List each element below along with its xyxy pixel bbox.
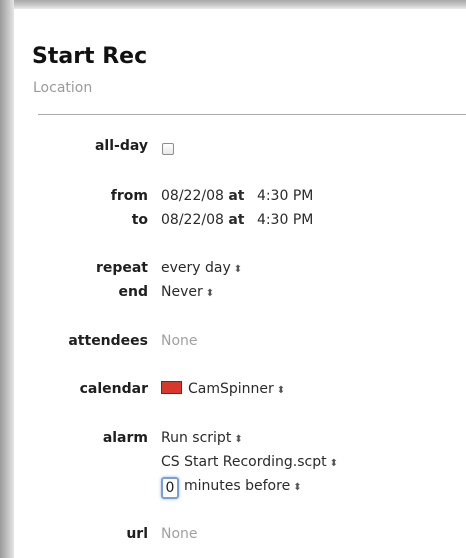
calendar-label: calendar [79, 381, 148, 397]
up-down-arrows-icon: ⬍ [329, 458, 338, 469]
alarm-script-popup[interactable]: CS Start Recording.scpt ⬍ [161, 454, 338, 470]
to-at-label: at [228, 212, 245, 228]
all-day-label: all-day [94, 138, 148, 154]
alarm-minutes-row: 0 minutes before ⬍ [161, 477, 302, 499]
end-label: end [118, 284, 148, 300]
from-row: 08/22/08 at 4:30 PM [161, 188, 313, 204]
alarm-minutes-suffix[interactable]: minutes before [184, 478, 290, 494]
window-top-edge [0, 0, 466, 9]
event-title[interactable]: Start Rec [32, 44, 147, 69]
calendar-color-swatch [161, 381, 182, 394]
alarm-label: alarm [102, 430, 148, 446]
up-down-arrows-icon: ⬍ [234, 434, 243, 445]
attendees-label: attendees [68, 333, 148, 349]
alarm-action-value: Run script [161, 430, 232, 446]
from-label: from [110, 188, 148, 204]
alarm-minutes-input[interactable]: 0 [161, 477, 179, 499]
all-day-checkbox[interactable] [162, 143, 174, 155]
end-popup[interactable]: Never ⬍ [161, 284, 214, 300]
attendees-field[interactable]: None [161, 333, 198, 349]
up-down-arrows-icon: ⬍ [233, 264, 243, 275]
from-date[interactable]: 08/22/08 [161, 188, 224, 204]
to-label: to [131, 212, 148, 228]
up-down-arrows-icon: ⬍ [205, 288, 215, 299]
location-field[interactable]: Location [33, 80, 92, 96]
url-field[interactable]: None [161, 526, 198, 542]
repeat-value: every day [161, 260, 231, 276]
up-down-arrows-icon: ⬍ [293, 482, 302, 493]
to-time[interactable]: 4:30 PM [257, 212, 313, 228]
calendar-value: CamSpinner [188, 381, 274, 397]
header-divider [38, 114, 466, 115]
end-value: Never [161, 284, 203, 300]
to-row: 08/22/08 at 4:30 PM [161, 212, 313, 228]
url-label: url [126, 526, 148, 542]
repeat-popup[interactable]: every day ⬍ [161, 260, 242, 276]
alarm-script-value: CS Start Recording.scpt [161, 454, 327, 470]
from-at-label: at [228, 188, 245, 204]
to-date[interactable]: 08/22/08 [161, 212, 224, 228]
window-left-edge [0, 0, 14, 558]
up-down-arrows-icon: ⬍ [276, 385, 286, 396]
from-time[interactable]: 4:30 PM [257, 188, 313, 204]
alarm-action-popup[interactable]: Run script ⬍ [161, 430, 243, 446]
calendar-popup[interactable]: CamSpinner ⬍ [161, 381, 285, 397]
repeat-label: repeat [95, 260, 148, 276]
